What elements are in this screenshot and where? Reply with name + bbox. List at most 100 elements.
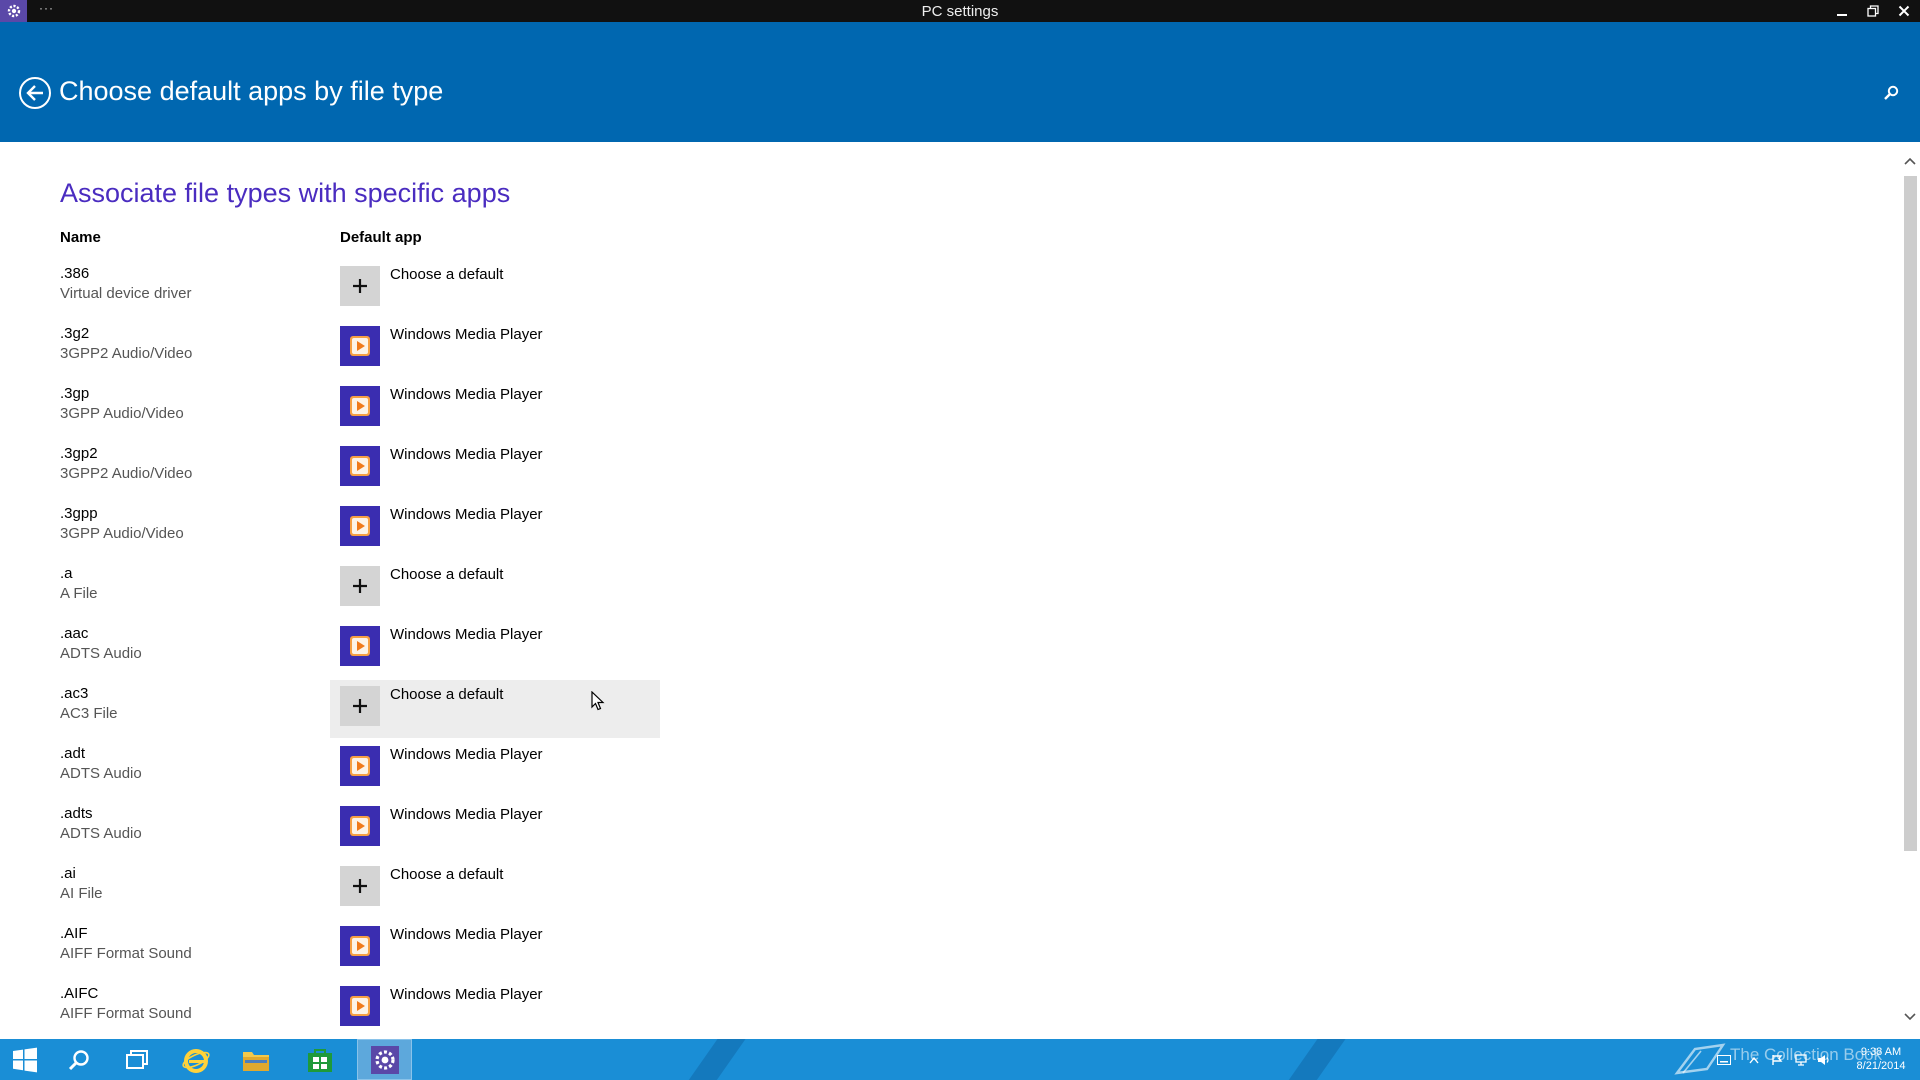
choose-default-button[interactable]: Choose a default — [330, 260, 660, 318]
windows-media-player-icon — [340, 986, 380, 1026]
scroll-down-button[interactable] — [1903, 1010, 1917, 1024]
scroll-track[interactable] — [1904, 176, 1917, 1006]
pc-settings-taskbar-button[interactable] — [357, 1039, 412, 1080]
choose-default-button[interactable]: Choose a default — [330, 560, 660, 618]
internet-explorer-button[interactable] — [171, 1039, 221, 1080]
title-bar: ··· PC settings — [0, 0, 1920, 22]
file-type-list: .386 Virtual device driver Choose a defaul… — [0, 260, 900, 1039]
default-app-button[interactable]: Windows Media Player — [330, 800, 660, 858]
close-icon — [1898, 5, 1910, 17]
keyboard-icon[interactable] — [1714, 1039, 1734, 1080]
file-extension: .aac — [60, 625, 89, 642]
file-type-row: .386 Virtual device driver Choose a defaul… — [0, 260, 900, 320]
network-icon[interactable] — [1791, 1039, 1811, 1080]
column-header-default-app: Default app — [340, 229, 422, 246]
back-button[interactable] — [19, 77, 51, 109]
windows-media-player-icon — [340, 926, 380, 966]
default-app-label: Choose a default — [390, 566, 504, 583]
scroll-thumb[interactable] — [1904, 176, 1917, 851]
default-app-button[interactable]: Windows Media Player — [330, 380, 660, 438]
vertical-scrollbar[interactable] — [1900, 142, 1920, 1039]
action-center-flag-icon[interactable] — [1768, 1039, 1786, 1080]
search-icon — [68, 1049, 89, 1070]
search-icon — [1884, 85, 1899, 100]
windows-media-player-icon — [340, 806, 380, 846]
start-button[interactable] — [0, 1039, 50, 1080]
store-button[interactable] — [295, 1039, 345, 1080]
task-view-button[interactable] — [112, 1039, 162, 1080]
default-app-label: Windows Media Player — [390, 386, 543, 403]
default-app-button[interactable]: Windows Media Player — [330, 620, 660, 678]
default-app-label: Windows Media Player — [390, 806, 543, 823]
file-extension: .ai — [60, 865, 76, 882]
wallpaper-stripe — [675, 1039, 753, 1080]
chevron-up-icon — [1904, 157, 1916, 165]
default-app-label: Windows Media Player — [390, 506, 543, 523]
file-extension: .3g2 — [60, 325, 90, 342]
file-extension: .adts — [60, 805, 93, 822]
default-app-button[interactable]: Windows Media Player — [330, 320, 660, 378]
default-app-label: Windows Media Player — [390, 326, 543, 343]
file-type-description: 3GPP2 Audio/Video — [60, 465, 193, 482]
default-app-label: Windows Media Player — [390, 746, 543, 763]
default-app-button[interactable]: Windows Media Player — [330, 440, 660, 498]
file-type-description: 3GPP Audio/Video — [60, 525, 184, 542]
file-type-row: .adts ADTS Audio Windows Media Player — [0, 800, 900, 860]
default-app-button[interactable]: Windows Media Player — [330, 740, 660, 798]
default-app-button[interactable]: Windows Media Player — [330, 920, 660, 978]
windows-media-player-icon — [340, 626, 380, 666]
plus-icon — [340, 866, 380, 906]
file-type-row: .3gp 3GPP Audio/Video Windows Media Player — [0, 380, 900, 440]
restore-button[interactable] — [1858, 0, 1888, 22]
file-type-row: .3gpp 3GPP Audio/Video Windows Media Playe… — [0, 500, 900, 560]
minimize-button[interactable] — [1827, 0, 1857, 22]
file-type-row: .a A File Choose a default — [0, 560, 900, 620]
default-app-label: Choose a default — [390, 266, 504, 283]
file-extension: .AIF — [60, 925, 88, 942]
plus-icon — [340, 566, 380, 606]
default-app-label: Windows Media Player — [390, 446, 543, 463]
file-type-description: AI File — [60, 885, 103, 902]
page-title: Choose default apps by file type — [59, 76, 444, 106]
search-button[interactable] — [1880, 82, 1902, 104]
file-type-description: AC3 File — [60, 705, 118, 722]
file-extension: .3gp2 — [60, 445, 98, 462]
main-content: Associate file types with specific apps … — [0, 142, 1900, 1039]
plus-icon — [340, 686, 380, 726]
close-button[interactable] — [1889, 0, 1919, 22]
default-app-label: Windows Media Player — [390, 626, 543, 643]
search-taskbar-button[interactable] — [54, 1039, 104, 1080]
taskbar-clock[interactable]: 9:38 AM 8/21/2014 — [1845, 1045, 1917, 1073]
choose-default-button[interactable]: Choose a default — [330, 680, 660, 738]
file-type-description: A File — [60, 585, 98, 602]
file-type-row: .ac3 AC3 File Choose a default — [0, 680, 900, 740]
settings-gear-icon — [370, 1045, 399, 1074]
taskbar: The Collection Book 9:38 AM 8/21/2014 — [0, 1039, 1920, 1080]
default-app-label: Windows Media Player — [390, 986, 543, 1003]
store-bag-icon — [308, 1048, 332, 1072]
volume-icon[interactable] — [1814, 1039, 1834, 1080]
file-extension: .AIFC — [60, 985, 99, 1002]
scroll-up-button[interactable] — [1903, 154, 1917, 168]
file-type-row: .aac ADTS Audio Windows Media Player — [0, 620, 900, 680]
task-view-icon — [126, 1049, 148, 1069]
choose-default-button[interactable]: Choose a default — [330, 860, 660, 918]
windows-logo-icon — [13, 1047, 37, 1072]
default-app-label: Choose a default — [390, 866, 504, 883]
default-app-label: Choose a default — [390, 686, 504, 703]
file-type-row: .AIFC AIFF Format Sound Windows Media Play… — [0, 980, 900, 1039]
clock-date: 8/21/2014 — [1856, 1060, 1906, 1072]
file-type-row: .3gp2 3GPP2 Audio/Video Windows Media Play… — [0, 440, 900, 500]
file-type-description: ADTS Audio — [60, 645, 142, 662]
file-explorer-button[interactable] — [231, 1039, 281, 1080]
file-type-row: .3g2 3GPP2 Audio/Video Windows Media Playe… — [0, 320, 900, 380]
wallpaper-stripe — [1275, 1039, 1353, 1080]
show-hidden-icons-icon[interactable] — [1745, 1039, 1763, 1080]
chevron-down-icon — [1904, 1013, 1916, 1021]
default-app-button[interactable]: Windows Media Player — [330, 980, 660, 1038]
windows-media-player-icon — [340, 386, 380, 426]
file-type-row: .ai AI File Choose a default — [0, 860, 900, 920]
file-type-description: AIFF Format Sound — [60, 945, 192, 962]
default-app-button[interactable]: Windows Media Player — [330, 500, 660, 558]
column-header-name: Name — [60, 229, 101, 246]
